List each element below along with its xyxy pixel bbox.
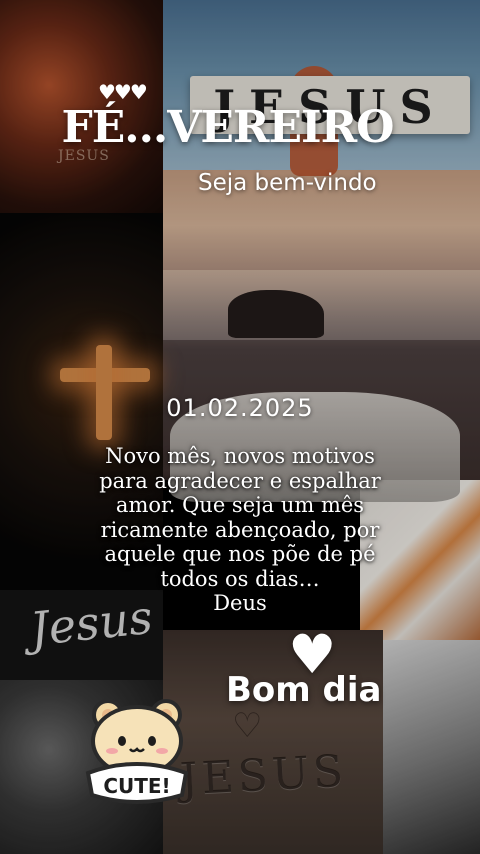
message-line: aquele que nos põe de pé bbox=[104, 542, 376, 566]
message-line: todos os dias… bbox=[160, 566, 320, 591]
message-line: amor. Que seja um mês bbox=[115, 493, 365, 517]
message-signature: Deus bbox=[213, 591, 267, 615]
page-title: FÉ...VEREIRO bbox=[61, 102, 395, 153]
greeting-text: Bom dia bbox=[226, 670, 382, 710]
cute-label: CUTE! bbox=[103, 774, 170, 798]
message-line: para agradecer e espalhar bbox=[99, 468, 381, 493]
post-date: 01.02.2025 bbox=[166, 394, 314, 422]
cute-bear-sticker: CUTE! bbox=[85, 699, 189, 804]
message-line: Novo mês, novos motivos bbox=[105, 444, 375, 468]
cute-badge: CUTE! bbox=[85, 762, 189, 804]
post-message: Novo mês, novos motivos para agradecer e… bbox=[70, 444, 410, 616]
hearts-decoration-icon: ♥♥♥ bbox=[98, 80, 148, 104]
welcome-subtitle: Seja bem-vindo bbox=[198, 170, 377, 196]
message-line: ricamente abençoado, por bbox=[100, 517, 380, 542]
